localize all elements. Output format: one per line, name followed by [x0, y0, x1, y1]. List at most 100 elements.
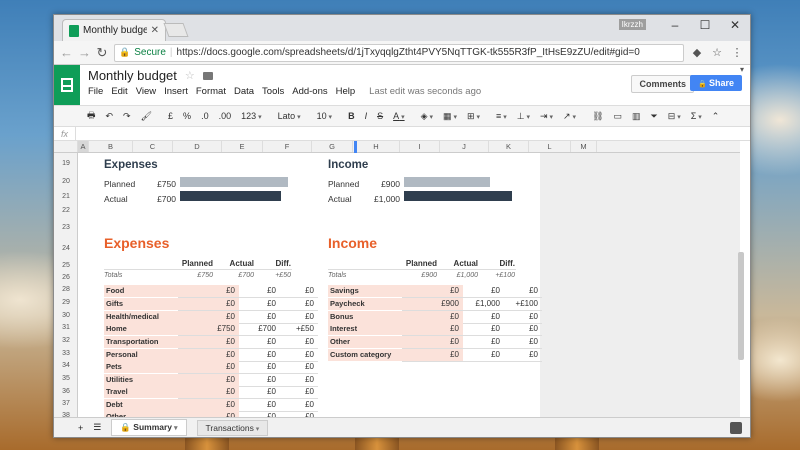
redo-icon[interactable]: ↷ [118, 111, 136, 122]
category-cell[interactable]: Utilities [104, 374, 178, 386]
number-format-dropdown[interactable]: 123 [236, 111, 267, 121]
category-cell[interactable]: Custom category [328, 349, 402, 361]
row-header[interactable]: 29 [54, 299, 78, 306]
planned-cell[interactable]: £0 [402, 323, 463, 335]
fill-color-icon[interactable]: ◈ [416, 111, 438, 122]
menu-view[interactable]: View [136, 86, 156, 97]
star-icon[interactable]: ☆ [185, 69, 195, 82]
decrease-decimals-button[interactable]: .0 [196, 111, 214, 121]
category-cell[interactable]: Debt [104, 399, 178, 411]
category-cell[interactable]: Food [104, 285, 178, 297]
category-cell[interactable]: Gifts [104, 298, 178, 310]
category-cell[interactable]: Pets [104, 361, 178, 373]
filter-views-icon[interactable]: ⊟ [663, 111, 686, 122]
row-header[interactable]: 25 [54, 262, 78, 269]
row-header[interactable]: 21 [54, 193, 78, 200]
diff-cell[interactable]: £0 [280, 374, 318, 386]
actual-cell[interactable]: £0 [239, 386, 280, 398]
browser-tab[interactable]: Monthly budget - Goog ✕ [62, 19, 166, 41]
horizontal-align-icon[interactable]: ≡ [491, 111, 512, 121]
planned-cell[interactable]: £0 [178, 336, 239, 348]
planned-cell[interactable]: £750 [178, 323, 239, 335]
row-header[interactable]: 26 [54, 274, 78, 281]
filter-icon[interactable]: ⏷ [646, 111, 663, 122]
profile-badge[interactable]: Ikrzzh [618, 19, 646, 30]
insert-comment-icon[interactable]: ▭ [609, 111, 628, 122]
increase-decimals-button[interactable]: .00 [214, 111, 237, 121]
actual-cell[interactable]: £0 [239, 298, 280, 310]
collapse-toolbar-icon[interactable]: ⌃ [707, 111, 725, 122]
category-cell[interactable]: Savings [328, 285, 402, 297]
minimize-icon[interactable]: – [660, 15, 690, 37]
actual-cell[interactable]: £700 [239, 323, 280, 335]
diff-cell[interactable]: £0 [280, 361, 318, 373]
category-cell[interactable]: Transportation [104, 336, 178, 348]
menu-addons[interactable]: Add-ons [292, 86, 327, 97]
category-cell[interactable]: Bonus [328, 311, 402, 323]
row-header[interactable]: 31 [54, 324, 78, 331]
row-header[interactable]: 33 [54, 350, 78, 357]
close-window-icon[interactable]: ✕ [720, 15, 750, 37]
print-icon[interactable]: 🖶 [82, 108, 101, 124]
diff-cell[interactable]: £0 [280, 311, 318, 323]
column-header[interactable]: L [529, 141, 571, 152]
extension-icon[interactable]: ◆ [690, 46, 704, 59]
column-header[interactable]: D [173, 141, 222, 152]
diff-cell[interactable]: £0 [280, 349, 318, 361]
column-header[interactable]: J [440, 141, 489, 152]
column-header[interactable]: B [89, 141, 133, 152]
planned-cell[interactable]: £0 [178, 298, 239, 310]
diff-cell[interactable]: £0 [504, 323, 542, 335]
row-header[interactable]: 24 [54, 245, 78, 252]
column-header[interactable]: I [400, 141, 440, 152]
browser-menu-icon[interactable]: ⋮ [730, 46, 744, 59]
actual-cell[interactable]: £0 [463, 311, 504, 323]
planned-cell[interactable]: £0 [402, 311, 463, 323]
sheets-logo-icon[interactable] [54, 65, 80, 105]
column-header[interactable]: A [78, 141, 89, 152]
actual-cell[interactable]: £0 [239, 349, 280, 361]
strikethrough-button[interactable]: S [372, 111, 388, 121]
sheet-tab-transactions[interactable]: Transactions [196, 419, 269, 436]
actual-cell[interactable]: £0 [239, 361, 280, 373]
diff-cell[interactable]: £0 [280, 298, 318, 310]
formula-bar[interactable]: fx [54, 127, 750, 141]
reload-icon[interactable]: ↻ [96, 45, 108, 61]
add-sheet-icon[interactable]: + [78, 423, 83, 433]
actual-cell[interactable]: £0 [239, 336, 280, 348]
actual-cell[interactable]: £0 [463, 323, 504, 335]
text-rotation-icon[interactable]: ↗ [558, 111, 581, 122]
borders-icon[interactable]: ▦ [438, 111, 462, 122]
column-header[interactable]: G [312, 141, 353, 152]
currency-format-button[interactable]: £ [163, 111, 178, 121]
planned-cell[interactable]: £0 [178, 349, 239, 361]
vertical-scrollbar[interactable] [738, 252, 744, 360]
merge-cells-icon[interactable]: ⊞ [462, 111, 485, 122]
actual-cell[interactable]: £0 [463, 349, 504, 361]
maximize-icon[interactable]: ☐ [690, 15, 720, 37]
comments-button[interactable]: Comments [631, 75, 694, 93]
diff-cell[interactable]: £0 [504, 311, 542, 323]
row-header[interactable]: 30 [54, 312, 78, 319]
planned-cell[interactable]: £0 [402, 285, 463, 297]
category-cell[interactable]: Paycheck [328, 298, 402, 310]
planned-cell[interactable]: £0 [178, 311, 239, 323]
diff-cell[interactable]: £0 [504, 336, 542, 348]
diff-cell[interactable]: +£50 [280, 323, 318, 335]
menu-edit[interactable]: Edit [111, 86, 127, 97]
back-icon[interactable]: ← [60, 45, 73, 60]
menu-insert[interactable]: Insert [164, 86, 188, 97]
text-color-button[interactable]: A [388, 111, 409, 121]
collapse-caret-icon[interactable]: ▾ [740, 65, 744, 74]
all-sheets-icon[interactable]: ☰ [93, 422, 101, 433]
diff-cell[interactable]: £0 [280, 285, 318, 297]
planned-cell[interactable]: £900 [402, 298, 463, 310]
diff-cell[interactable]: £0 [280, 336, 318, 348]
insert-chart-icon[interactable]: ▥ [627, 111, 646, 122]
planned-cell[interactable]: £0 [402, 349, 463, 361]
planned-cell[interactable]: £0 [178, 285, 239, 297]
actual-cell[interactable]: £0 [239, 399, 280, 411]
bookmark-star-icon[interactable]: ☆ [710, 46, 724, 59]
planned-cell[interactable]: £0 [178, 361, 239, 373]
frozen-column-marker[interactable] [354, 141, 357, 153]
